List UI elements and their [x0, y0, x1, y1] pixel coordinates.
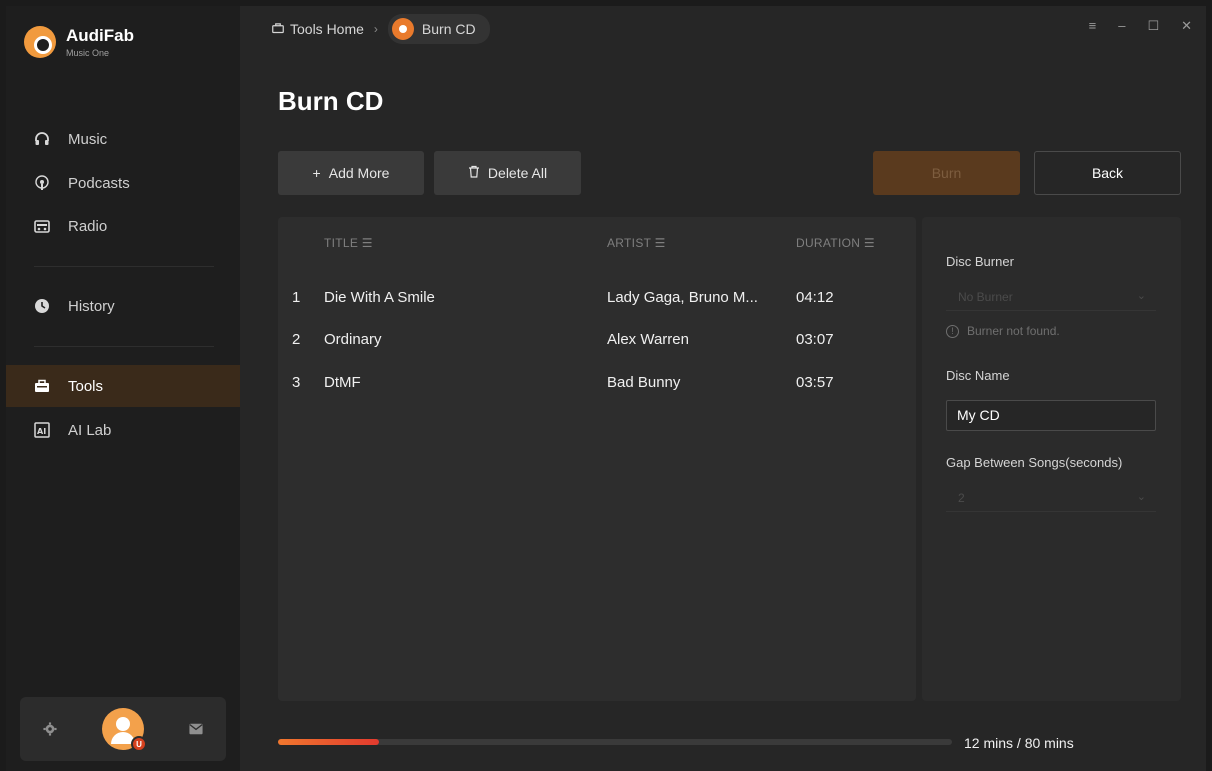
brand-name: AudiFab	[66, 26, 134, 45]
gap-select[interactable]: 2 ⌄	[946, 484, 1156, 512]
column-artist[interactable]: ARTIST ☰	[607, 236, 666, 250]
sidebar-divider	[34, 346, 214, 347]
brand: AudiFab Music One	[24, 26, 134, 58]
breadcrumb-current: Burn CD	[387, 14, 490, 44]
brand-subtitle: Music One	[66, 48, 110, 58]
chevron-right-icon: ›	[373, 22, 378, 36]
row-index: 3	[292, 374, 301, 391]
delete-all-label: Delete All	[487, 165, 548, 181]
info-icon: !	[946, 324, 959, 338]
row-artist: Alex Warren	[607, 331, 689, 348]
burn-button[interactable]: Burn	[873, 151, 1020, 195]
row-duration: 03:57	[796, 374, 834, 391]
row-title: Die With A Smile	[324, 289, 435, 306]
sidebar-item-label: AI Lab	[68, 421, 112, 439]
sidebar-item-radio[interactable]: Radio	[6, 205, 240, 247]
table-row[interactable]: 1 Die With A Smile Lady Gaga, Bruno M...…	[278, 279, 916, 319]
sidebar-item-label: Tools	[68, 377, 104, 395]
sidebar-divider	[34, 266, 214, 267]
disc-capacity-bar	[278, 739, 952, 745]
avatar[interactable]: U	[102, 708, 147, 752]
toolbox-icon	[34, 378, 50, 394]
gap-value: 2	[958, 491, 965, 505]
app-window: AudiFab Music One Music Podcasts Radio H…	[6, 6, 1206, 771]
row-index: 1	[292, 289, 301, 306]
back-button[interactable]: Back	[1034, 151, 1181, 195]
page-title: Burn CD	[278, 86, 384, 116]
row-artist: Bad Bunny	[607, 374, 681, 391]
sidebar-item-ai-lab[interactable]: AI AI Lab	[6, 409, 240, 451]
svg-text:AI: AI	[37, 427, 46, 436]
radio-icon	[34, 218, 50, 234]
breadcrumb-current-label: Burn CD	[421, 21, 476, 37]
column-title-label: TITLE	[324, 236, 359, 250]
disc-icon	[391, 18, 414, 40]
row-duration: 03:07	[796, 331, 834, 348]
add-more-label: Add More	[328, 165, 390, 181]
minimize-icon[interactable]: –	[1118, 18, 1125, 34]
burner-warning: ! Burner not found.	[946, 324, 1060, 338]
plus-icon: +	[312, 165, 321, 181]
gear-icon[interactable]	[42, 721, 58, 737]
row-title: Ordinary	[324, 331, 382, 348]
burn-settings-panel: Disc Burner No Burner ⌄ ! Burner not fou…	[922, 217, 1181, 701]
row-index: 2	[292, 331, 301, 348]
headphones-icon	[34, 131, 50, 147]
sidebar-item-podcasts[interactable]: Podcasts	[6, 162, 240, 204]
gap-label: Gap Between Songs(seconds)	[946, 455, 1123, 470]
clock-icon	[34, 298, 50, 314]
disc-capacity-fill	[278, 739, 380, 745]
disc-capacity-text: 12 mins / 80 mins	[964, 735, 1074, 751]
chevron-down-icon: ⌄	[1136, 491, 1146, 503]
column-title[interactable]: TITLE ☰	[324, 236, 373, 250]
row-duration: 04:12	[796, 289, 834, 306]
sidebar-item-label: Music	[68, 130, 108, 148]
row-title: DtMF	[324, 374, 361, 391]
sidebar-item-history[interactable]: History	[6, 285, 240, 327]
disc-name-label: Disc Name	[946, 368, 1010, 383]
track-table: TITLE ☰ ARTIST ☰ DURATION ☰ 1 Die With A…	[278, 217, 916, 701]
row-artist: Lady Gaga, Bruno M...	[607, 289, 758, 306]
column-duration-label: DURATION	[796, 236, 861, 250]
podcast-icon	[34, 175, 50, 191]
column-artist-label: ARTIST	[607, 236, 652, 250]
add-more-button[interactable]: + Add More	[278, 151, 424, 195]
table-row[interactable]: 2 Ordinary Alex Warren 03:07	[278, 321, 916, 361]
table-row[interactable]: 3 DtMF Bad Bunny 03:57	[278, 364, 916, 404]
disc-burner-select[interactable]: No Burner ⌄	[946, 283, 1156, 311]
delete-all-button[interactable]: Delete All	[434, 151, 581, 195]
toolbox-icon	[272, 22, 284, 37]
sidebar-item-label: History	[68, 297, 115, 315]
disc-burner-value: No Burner	[958, 290, 1013, 304]
breadcrumb-tools-home[interactable]: Tools Home	[272, 21, 364, 37]
sidebar-item-label: Podcasts	[68, 174, 130, 192]
menu-icon[interactable]: ≡	[1089, 18, 1097, 34]
user-badge: U	[131, 736, 147, 752]
breadcrumb-home-label: Tools Home	[290, 21, 364, 37]
sidebar-item-label: Radio	[68, 217, 108, 235]
maximize-icon[interactable]: ☐	[1147, 18, 1159, 34]
sidebar-item-music[interactable]: Music	[6, 118, 240, 160]
sidebar-footer: U	[20, 697, 226, 761]
trash-icon	[468, 165, 480, 181]
burner-warning-text: Burner not found.	[967, 324, 1060, 338]
sidebar: AudiFab Music One Music Podcasts Radio H…	[6, 6, 240, 771]
disc-name-field[interactable]: My CD	[946, 400, 1156, 431]
column-duration[interactable]: DURATION ☰	[796, 236, 875, 250]
chevron-down-icon: ⌄	[1136, 290, 1146, 302]
mail-icon[interactable]	[188, 721, 204, 737]
disc-burner-label: Disc Burner	[946, 254, 1014, 269]
close-icon[interactable]: ✕	[1181, 18, 1192, 34]
sidebar-item-tools[interactable]: Tools	[6, 365, 240, 407]
breadcrumb: Tools Home › Burn CD	[272, 14, 490, 44]
window-controls: ≡ – ☐ ✕	[1089, 18, 1192, 34]
audifab-logo-icon	[24, 26, 56, 58]
ai-icon: AI	[34, 422, 50, 438]
